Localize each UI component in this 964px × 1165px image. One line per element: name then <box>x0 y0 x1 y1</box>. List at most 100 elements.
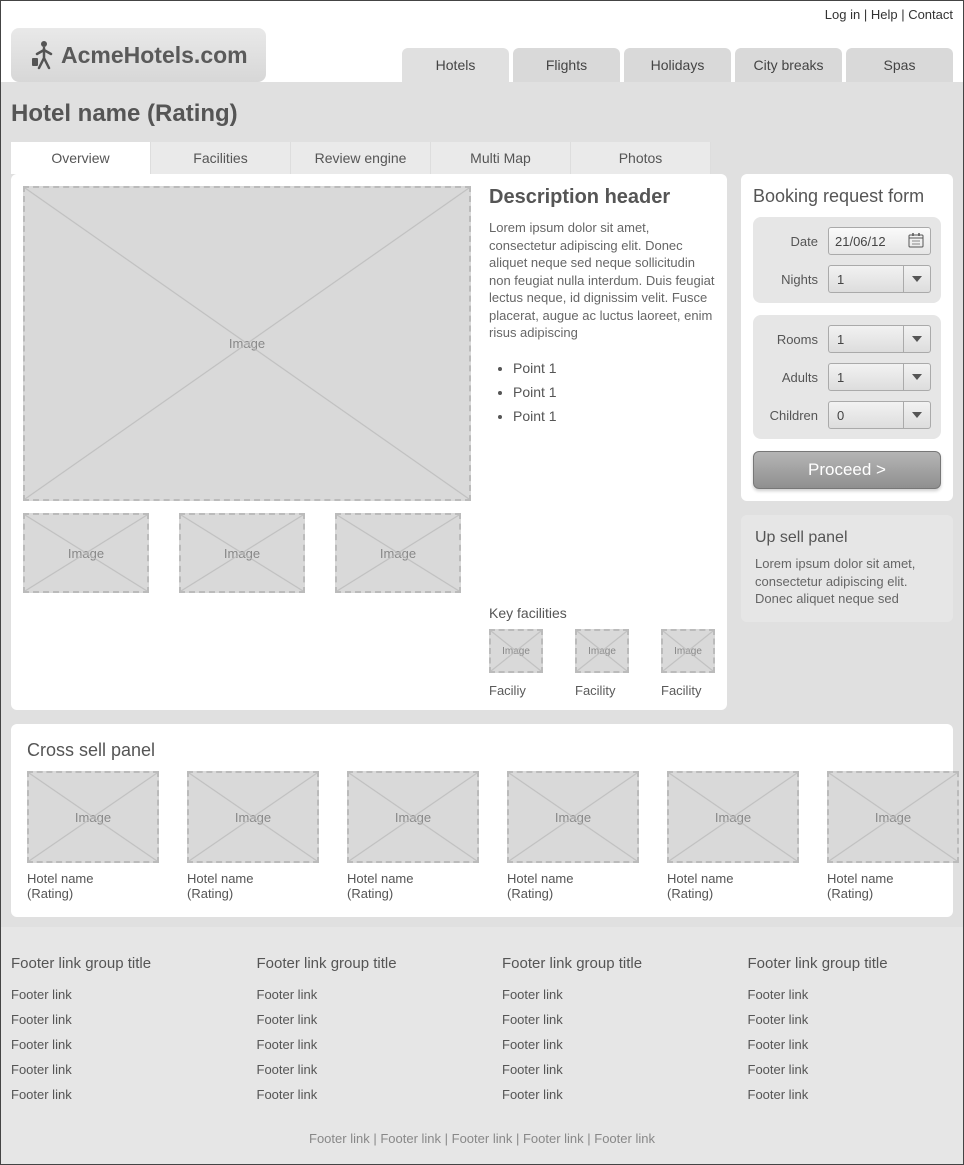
login-link[interactable]: Log in <box>825 7 860 22</box>
cross-sell-item[interactable]: Image Hotel name (Rating) <box>27 771 159 901</box>
footer-link[interactable]: Footer link <box>11 1032 217 1057</box>
footer-link[interactable]: Footer link <box>309 1131 370 1146</box>
footer-link[interactable]: Footer link <box>257 1007 463 1032</box>
nights-label: Nights <box>763 272 818 287</box>
nights-select[interactable]: 1 <box>828 265 931 293</box>
footer-link[interactable]: Footer link <box>594 1131 655 1146</box>
page-body: Hotel name (Rating) Overview Facilities … <box>1 82 963 927</box>
page-title: Hotel name (Rating) <box>11 100 953 128</box>
booking-panel: Booking request form Date 21/06/12 Night… <box>741 174 953 501</box>
footer-link[interactable]: Footer link <box>748 982 954 1007</box>
footer-link[interactable]: Footer link <box>748 1032 954 1057</box>
cross-sell-panel: Cross sell panel Image Hotel name (Ratin… <box>11 724 953 917</box>
facility-icon: Image <box>575 629 629 673</box>
help-link[interactable]: Help <box>871 7 898 22</box>
chevron-down-icon <box>903 266 922 292</box>
header: AcmeHotels.com Hotels Flights Holidays C… <box>1 28 963 82</box>
nav-tab-holidays[interactable]: Holidays <box>624 48 731 82</box>
cross-sell-item[interactable]: Image Hotel name (Rating) <box>347 771 479 901</box>
contact-link[interactable]: Contact <box>908 7 953 22</box>
tab-multi-map[interactable]: Multi Map <box>431 142 571 174</box>
footer-link[interactable]: Footer link <box>502 1082 708 1107</box>
hotel-rating: (Rating) <box>187 886 319 901</box>
date-input[interactable]: 21/06/12 <box>828 227 931 255</box>
thumbnail-image[interactable]: Image <box>23 513 149 593</box>
hotel-name: Hotel name <box>187 871 319 886</box>
cross-sell-item[interactable]: Image Hotel name (Rating) <box>507 771 639 901</box>
footer-group-title: Footer link group title <box>502 955 708 972</box>
footer-link[interactable]: Footer link <box>502 982 708 1007</box>
calendar-icon <box>908 232 924 251</box>
description-body: Lorem ipsum dolor sit amet, consectetur … <box>489 219 715 342</box>
footer-column: Footer link group title Footer link Foot… <box>257 955 463 1107</box>
overview-panel: Image Image Image Image Description head… <box>11 174 727 710</box>
tab-overview[interactable]: Overview <box>11 142 151 174</box>
facility-item: Image Faciliy <box>489 629 543 698</box>
hotel-name: Hotel name <box>827 871 959 886</box>
hero-image[interactable]: Image <box>23 186 471 501</box>
upsell-body: Lorem ipsum dolor sit amet, consectetur … <box>755 555 939 608</box>
footer-link[interactable]: Footer link <box>11 982 217 1007</box>
footer-link[interactable]: Footer link <box>380 1131 441 1146</box>
cross-sell-item[interactable]: Image Hotel name (Rating) <box>667 771 799 901</box>
footer-link[interactable]: Footer link <box>748 1057 954 1082</box>
key-facilities-title: Key facilities <box>489 605 715 621</box>
hotel-image: Image <box>27 771 159 863</box>
rooms-label: Rooms <box>763 332 818 347</box>
upsell-title: Up sell panel <box>755 529 939 547</box>
tab-facilities[interactable]: Facilities <box>151 142 291 174</box>
hotel-name: Hotel name <box>667 871 799 886</box>
footer-link[interactable]: Footer link <box>502 1057 708 1082</box>
proceed-button[interactable]: Proceed > <box>753 451 941 489</box>
adults-select[interactable]: 1 <box>828 363 931 391</box>
footer-link[interactable]: Footer link <box>523 1131 584 1146</box>
footer-column: Footer link group title Footer link Foot… <box>502 955 708 1107</box>
hotel-rating: (Rating) <box>667 886 799 901</box>
footer-link[interactable]: Footer link <box>257 1057 463 1082</box>
footer-link[interactable]: Footer link <box>11 1007 217 1032</box>
nav-tab-flights[interactable]: Flights <box>513 48 620 82</box>
hotel-name: Hotel name <box>27 871 159 886</box>
footer-group-title: Footer link group title <box>748 955 954 972</box>
cross-sell-item[interactable]: Image Hotel name (Rating) <box>187 771 319 901</box>
tab-review-engine[interactable]: Review engine <box>291 142 431 174</box>
description-point: Point 1 <box>513 380 715 404</box>
cross-sell-item[interactable]: Image Hotel name (Rating) <box>827 771 959 901</box>
nav-tab-spas[interactable]: Spas <box>846 48 953 82</box>
cross-sell-title: Cross sell panel <box>27 740 937 761</box>
primary-nav: Hotels Flights Holidays City breaks Spas <box>402 48 953 82</box>
footer-link[interactable]: Footer link <box>502 1032 708 1057</box>
footer-link[interactable]: Footer link <box>11 1057 217 1082</box>
footer-link[interactable]: Footer link <box>748 1007 954 1032</box>
footer-link[interactable]: Footer link <box>257 1082 463 1107</box>
rooms-select[interactable]: 1 <box>828 325 931 353</box>
upsell-panel: Up sell panel Lorem ipsum dolor sit amet… <box>741 515 953 622</box>
footer-link[interactable]: Footer link <box>452 1131 513 1146</box>
chevron-down-icon <box>903 402 922 428</box>
footer: Footer link group title Footer link Foot… <box>1 927 963 1164</box>
children-select[interactable]: 0 <box>828 401 931 429</box>
footer-link[interactable]: Footer link <box>748 1082 954 1107</box>
nav-tab-hotels[interactable]: Hotels <box>402 48 509 82</box>
footer-column: Footer link group title Footer link Foot… <box>748 955 954 1107</box>
booking-title: Booking request form <box>753 186 941 207</box>
top-utility-links: Log in | Help | Contact <box>1 1 963 28</box>
footer-link[interactable]: Footer link <box>11 1082 217 1107</box>
hotel-rating: (Rating) <box>27 886 159 901</box>
footer-group-title: Footer link group title <box>257 955 463 972</box>
brand-logo[interactable]: AcmeHotels.com <box>11 28 266 82</box>
hotel-image: Image <box>347 771 479 863</box>
footer-link[interactable]: Footer link <box>502 1007 708 1032</box>
children-label: Children <box>763 408 818 423</box>
hotel-rating: (Rating) <box>507 886 639 901</box>
nav-tab-city-breaks[interactable]: City breaks <box>735 48 842 82</box>
hotel-rating: (Rating) <box>827 886 959 901</box>
hotel-image: Image <box>667 771 799 863</box>
facility-item: Image Facility <box>661 629 715 698</box>
footer-link[interactable]: Footer link <box>257 982 463 1007</box>
thumbnail-image[interactable]: Image <box>335 513 461 593</box>
tab-photos[interactable]: Photos <box>571 142 711 174</box>
hotel-rating: (Rating) <box>347 886 479 901</box>
footer-link[interactable]: Footer link <box>257 1032 463 1057</box>
thumbnail-image[interactable]: Image <box>179 513 305 593</box>
